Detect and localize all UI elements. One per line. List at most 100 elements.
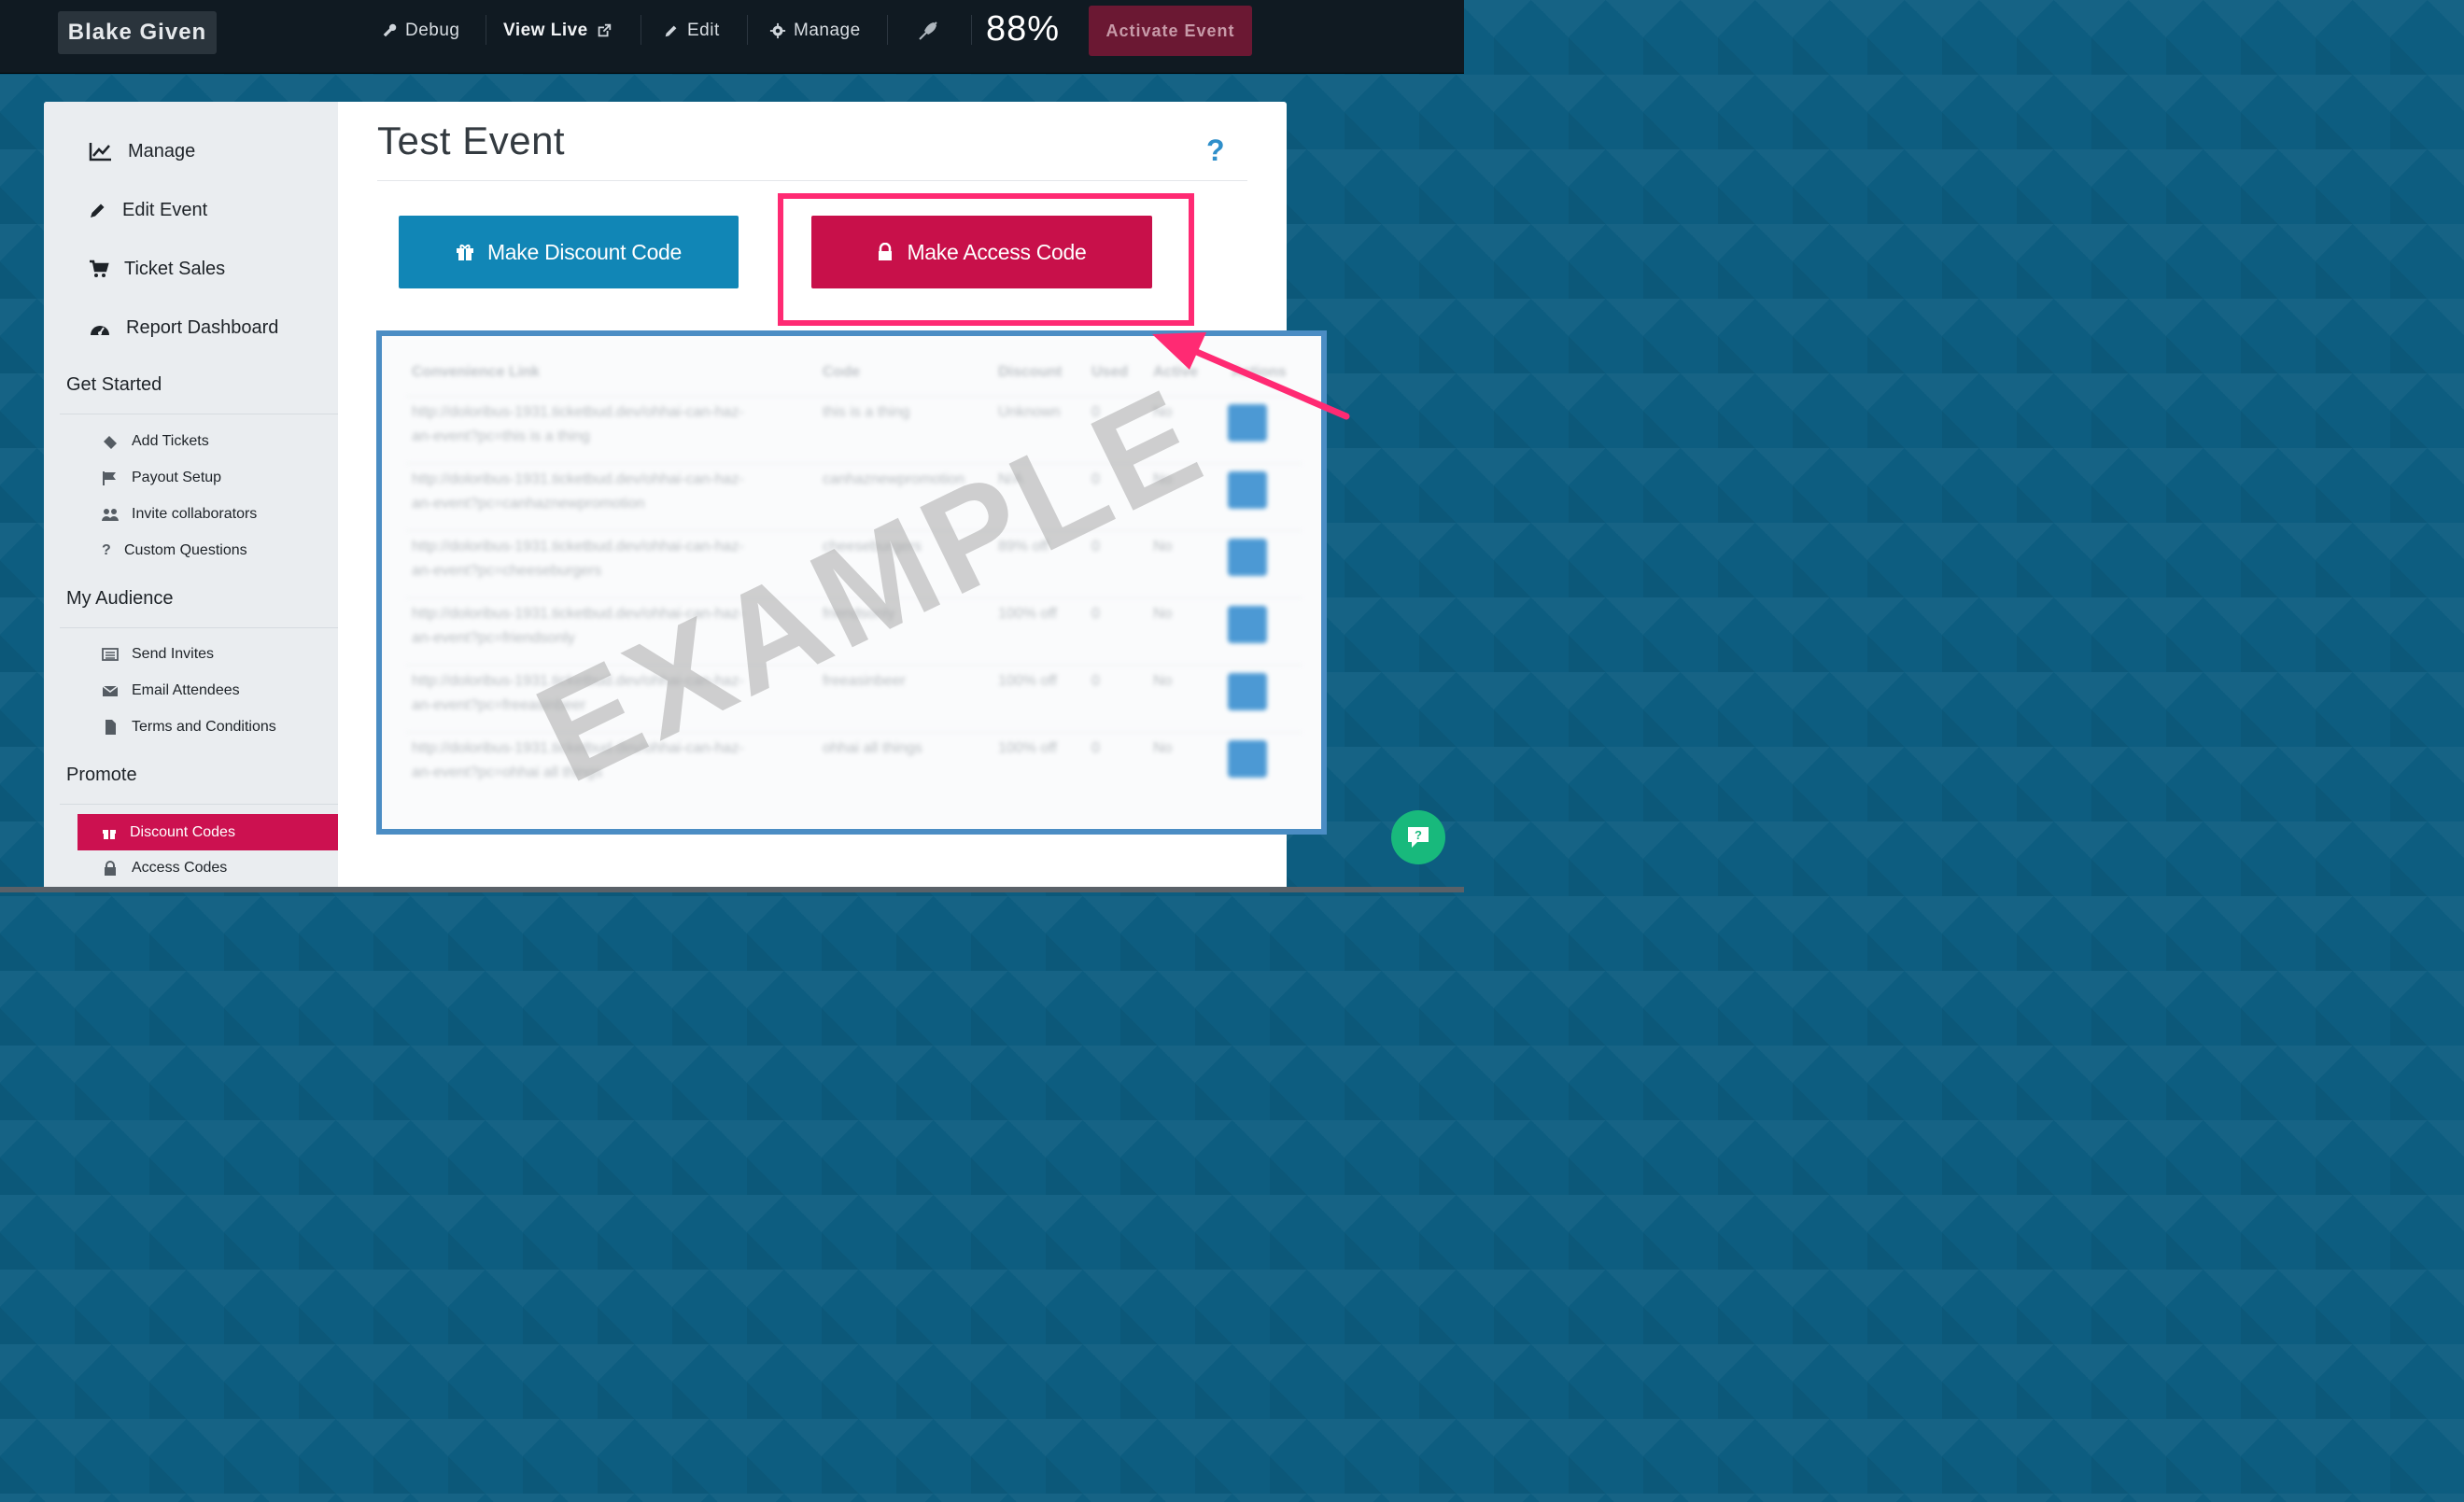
convenience-link[interactable]: http://doloribus-1931.ticketbud.dev/ohha…: [412, 400, 744, 425]
active-cell: No: [1153, 539, 1173, 554]
highlight-box: [778, 193, 1194, 326]
completion-percent: 88%: [986, 9, 1061, 49]
sidebar-item-manage[interactable]: Manage: [89, 137, 195, 165]
sidebar-item-send-invites[interactable]: Send Invites: [102, 643, 214, 666]
edit-code-button[interactable]: [1228, 740, 1267, 778]
convenience-link[interactable]: an-event?pc=canhaznewpromotion: [412, 492, 645, 516]
svg-text:?: ?: [1415, 828, 1422, 842]
help-icon[interactable]: ?: [1206, 133, 1225, 168]
convenience-link[interactable]: an-event?pc=cheeseburgers: [412, 559, 601, 583]
nav-unpublish[interactable]: [917, 15, 939, 47]
sidebar-item-label: Edit Event: [122, 199, 208, 220]
active-cell: No: [1153, 673, 1173, 689]
gear-icon: [769, 22, 786, 39]
line-chart-icon: [89, 143, 111, 161]
brand-name[interactable]: Blake Given: [58, 11, 217, 54]
annotation-arrow: [1152, 332, 1350, 420]
chat-question-icon: ?: [1408, 827, 1429, 848]
question-icon: ?: [102, 542, 111, 558]
edit-code-button[interactable]: [1228, 471, 1267, 509]
sidebar-item-edit-event[interactable]: Edit Event: [89, 196, 207, 224]
sidebar-item-invite-collaborators[interactable]: Invite collaborators: [102, 503, 257, 526]
sidebar-item-custom-questions[interactable]: ? Custom Questions: [102, 540, 247, 562]
envelope-icon: [102, 685, 119, 696]
sidebar-item-terms-and-conditions[interactable]: Terms and Conditions: [102, 716, 276, 738]
sidebar-item-label: Send Invites: [132, 646, 215, 662]
help-chat-button[interactable]: ?: [1391, 810, 1445, 864]
sidebar-item-label: Manage: [128, 140, 196, 161]
gift-icon: [103, 829, 116, 839]
code-cell: ohhai all things: [823, 740, 922, 756]
section-title-get-started: Get Started: [66, 374, 162, 395]
edit-code-button[interactable]: [1228, 673, 1267, 710]
convenience-link[interactable]: http://doloribus-1931.ticketbud.dev/ohha…: [412, 468, 744, 492]
sidebar-item-label: Custom Questions: [124, 542, 247, 558]
activate-event-button[interactable]: Activate Event: [1089, 6, 1252, 56]
sidebar-item-label: Report Dashboard: [126, 316, 279, 338]
external-link-icon: [598, 23, 611, 37]
sidebar-item-label: Ticket Sales: [124, 258, 226, 279]
sidebar-item-label: Add Tickets: [132, 433, 209, 449]
sidebar-item-label: Invite collaborators: [132, 506, 258, 522]
sidebar-item-label: Access Codes: [132, 860, 228, 876]
nav-manage[interactable]: Manage: [769, 15, 861, 47]
edit-code-button[interactable]: [1228, 606, 1267, 643]
section-title-my-audience: My Audience: [66, 588, 174, 609]
make-discount-code-button[interactable]: Make Discount Code: [399, 216, 739, 288]
shopping-cart-icon: [90, 260, 109, 277]
nav-debug-label: Debug: [405, 21, 460, 40]
nav-view-live[interactable]: View Live: [503, 15, 612, 47]
document-icon: [106, 720, 116, 735]
section-divider: [60, 804, 338, 805]
column-header: Code: [823, 364, 860, 380]
convenience-link[interactable]: an-event?pc=friendsonly: [412, 626, 575, 651]
users-icon: [102, 509, 119, 521]
sidebar-item-payout-setup[interactable]: Payout Setup: [102, 467, 221, 489]
nav-edit[interactable]: Edit: [663, 15, 720, 47]
bottom-strip: [0, 887, 1464, 892]
nav-divider: [887, 15, 888, 45]
sidebar-item-discount-codes[interactable]: Discount Codes: [77, 814, 338, 850]
pencil-icon: [91, 204, 105, 218]
flag-icon: [103, 471, 116, 485]
pencil-icon: [665, 25, 677, 37]
sidebar-item-report-dashboard[interactable]: Report Dashboard: [89, 314, 278, 342]
used-cell: 0: [1091, 606, 1100, 622]
sidebar-item-label: Discount Codes: [130, 823, 235, 840]
list-icon: [102, 648, 119, 661]
nav-edit-label: Edit: [687, 21, 720, 40]
section-divider: [60, 627, 338, 628]
nav-view-live-label: View Live: [503, 21, 588, 40]
edit-code-button[interactable]: [1228, 539, 1267, 576]
convenience-link[interactable]: an-event?pc=this is a thing: [412, 425, 590, 449]
discount-cell: 100% off: [998, 740, 1057, 756]
active-cell: No: [1153, 606, 1173, 622]
sidebar-item-access-codes[interactable]: Access Codes: [102, 857, 227, 879]
sidebar: Manage Edit Event Ticket Sales Report Da…: [44, 102, 338, 892]
column-header: Convenience Link: [412, 364, 540, 380]
dashboard-gauge-icon: [91, 326, 109, 335]
code-cell: this is a thing: [823, 404, 910, 420]
nav-divider: [971, 15, 972, 45]
active-cell: No: [1153, 740, 1173, 756]
used-cell: 0: [1091, 740, 1100, 756]
sidebar-item-label: Email Attendees: [132, 682, 240, 698]
wrench-icon: [383, 23, 397, 37]
column-header: Discount: [998, 364, 1063, 380]
table-row: http://doloribus-1931.ticketbud.dev/ohha…: [406, 732, 1302, 800]
sidebar-item-ticket-sales[interactable]: Ticket Sales: [89, 255, 225, 283]
used-cell: 0: [1091, 673, 1100, 689]
nav-debug[interactable]: Debug: [381, 15, 460, 47]
discount-cell: 100% off: [998, 673, 1057, 689]
page-title: Test Event: [377, 119, 566, 162]
lock-icon: [105, 861, 116, 876]
sidebar-item-email-attendees[interactable]: Email Attendees: [102, 680, 240, 702]
nav-divider: [747, 15, 748, 45]
sidebar-item-label: Payout Setup: [132, 470, 222, 485]
sidebar-item-add-tickets[interactable]: Add Tickets: [102, 430, 209, 453]
section-title-promote: Promote: [66, 765, 137, 785]
ticket-icon: [104, 436, 117, 449]
convenience-link[interactable]: http://doloribus-1931.ticketbud.dev/ohha…: [412, 535, 744, 559]
make-discount-code-label: Make Discount Code: [486, 239, 683, 264]
sidebar-item-label: Terms and Conditions: [132, 719, 276, 735]
